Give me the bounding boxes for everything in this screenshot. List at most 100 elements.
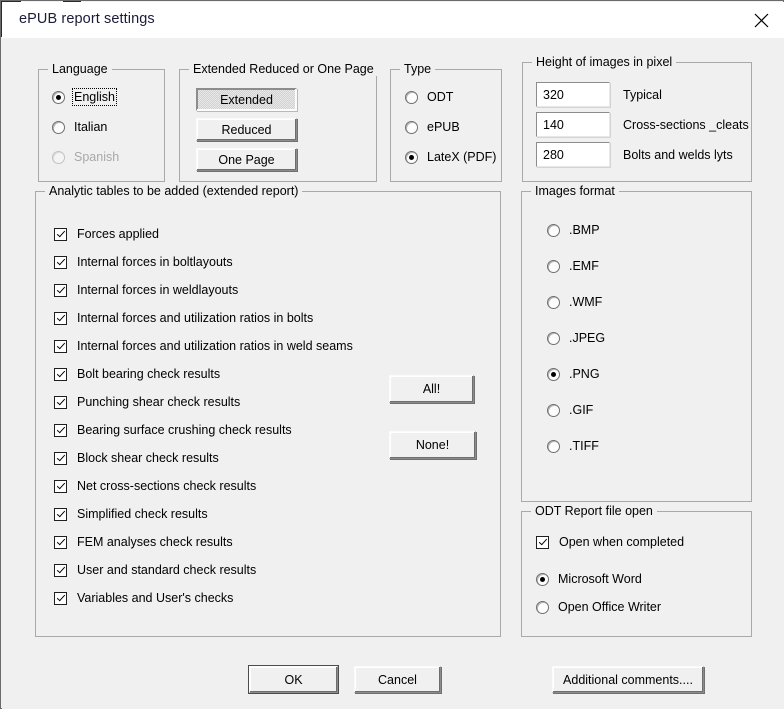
checkbox-indicator [54,311,67,325]
radio-viewer-open-office-writer[interactable]: Open Office Writer [536,600,661,614]
checkbox-label: Variables and User's checks [77,591,234,605]
radio-indicator [547,403,560,417]
radio-indicator [547,295,560,309]
checkbox-label: Internal forces and utilization ratios i… [77,339,353,353]
checkbox-block-shear-check-results[interactable]: Block shear check results [54,451,219,465]
checkbox-simplified-check-results[interactable]: Simplified check results [54,507,208,521]
radio-indicator [547,367,560,381]
checkbox-label: Open when completed [559,535,685,549]
radio-label: Italian [74,120,108,134]
image-height-group: Height of images in pixel 320 Typical 14… [522,55,752,182]
radio-indicator [547,223,560,237]
cross-sections-height-input[interactable]: 140 [536,112,610,137]
bolts-welds-height-label: Bolts and welds lyts [623,148,733,162]
radio-indicator [547,331,560,345]
checkbox-indicator [54,283,67,297]
checkbox-label: Punching shear check results [77,395,241,409]
bolts-welds-height-input[interactable]: 280 [536,142,610,167]
checkbox-indicator [54,395,67,409]
select-none-button[interactable]: None! [389,431,476,459]
radio-language-spanish: Spanish [52,150,119,164]
checkbox-label: Block shear check results [77,451,219,465]
radio-label: ODT [427,90,454,104]
radio-type-epub[interactable]: ePUB [405,120,460,134]
radio-label: .BMP [569,223,600,237]
radio-type-latex-pdf[interactable]: LateX (PDF) [405,150,496,164]
checkbox-forces-applied[interactable]: Forces applied [54,227,159,241]
checkbox-internal-forces-ratios-weld-seams[interactable]: Internal forces and utilization ratios i… [54,339,353,353]
checkbox-label: Forces applied [77,227,159,241]
radio-label: English [72,88,117,106]
checkbox-indicator [54,423,67,437]
dialog-window: ePUB report settings Language English It… [0,0,784,709]
ok-button[interactable]: OK [249,666,338,693]
checkbox-variables-and-users-checks[interactable]: Variables and User's checks [54,591,233,605]
checkbox-internal-forces-weldlayouts[interactable]: Internal forces in weldlayouts [54,283,238,297]
select-all-button[interactable]: All! [389,375,474,403]
close-button[interactable] [738,2,784,38]
checkbox-internal-forces-ratios-bolts[interactable]: Internal forces and utilization ratios i… [54,311,313,325]
radio-label: .WMF [569,295,603,309]
odt-report-open-group-legend: ODT Report file open [531,504,657,518]
report-extent-group: Extended Reduced or One Page Extended Re… [179,62,378,182]
radio-viewer-microsoft-word[interactable]: Microsoft Word [536,572,642,586]
checkbox-indicator [54,339,67,353]
checkbox-fem-analyses-check-results[interactable]: FEM analyses check results [54,535,233,549]
checkbox-indicator [54,479,67,493]
radio-format-jpeg[interactable]: .JPEG [547,331,605,345]
type-group-legend: Type [400,62,436,76]
images-format-group: Images format .BMP .EMF .WMF .JPEG .PNG [521,184,752,502]
radio-indicator [405,90,418,104]
checkbox-bolt-bearing-check-results[interactable]: Bolt bearing check results [54,367,220,381]
language-group-legend: Language [48,62,112,76]
checkbox-label: User and standard check results [77,563,257,577]
radio-label: Open Office Writer [558,600,662,614]
checkbox-net-cross-sections-check-results[interactable]: Net cross-sections check results [54,479,256,493]
analytic-tables-group-legend: Analytic tables to be added (extended re… [45,184,303,198]
radio-indicator [547,439,560,453]
typical-height-input[interactable]: 320 [536,82,610,107]
radio-label: ePUB [427,120,460,134]
images-format-group-legend: Images format [531,184,619,198]
checkbox-indicator [54,563,67,577]
additional-comments-button[interactable]: Additional comments.... [552,666,704,693]
radio-format-gif[interactable]: .GIF [547,403,593,417]
checkbox-label: Bearing surface crushing check results [77,423,292,437]
radio-type-odt[interactable]: ODT [405,90,453,104]
odt-report-open-group: ODT Report file open Open when completed… [521,504,752,637]
checkbox-label: Simplified check results [77,507,208,521]
radio-format-emf[interactable]: .EMF [547,259,599,273]
checkbox-label: FEM analyses check results [77,535,233,549]
radio-format-png[interactable]: .PNG [547,367,600,381]
checkbox-indicator [54,535,67,549]
radio-indicator [52,150,65,164]
checkbox-indicator [54,255,67,269]
report-extent-group-legend: Extended Reduced or One Page [189,62,378,76]
radio-indicator [536,600,549,614]
checkbox-punching-shear-check-results[interactable]: Punching shear check results [54,395,240,409]
radio-label: Spanish [74,150,120,164]
radio-label: .GIF [569,403,594,417]
radio-language-english[interactable]: English [52,88,117,106]
language-group: Language English Italian Spanish [38,62,165,182]
analytic-tables-group: Analytic tables to be added (extended re… [35,184,501,637]
checkbox-bearing-surface-crushing-check-results[interactable]: Bearing surface crushing check results [54,423,292,437]
checkbox-indicator [54,367,67,381]
cancel-button[interactable]: Cancel [354,666,441,693]
checkbox-label: Internal forces and utilization ratios i… [77,311,314,325]
radio-format-wmf[interactable]: .WMF [547,295,602,309]
checkbox-label: Bolt bearing check results [77,367,221,381]
reduced-button[interactable]: Reduced [196,118,297,141]
radio-format-tiff[interactable]: .TIFF [547,439,599,453]
radio-format-bmp[interactable]: .BMP [547,223,600,237]
radio-language-italian[interactable]: Italian [52,120,107,134]
one-page-button[interactable]: One Page [196,148,297,171]
radio-label: .JPEG [569,331,606,345]
checkbox-internal-forces-boltlayouts[interactable]: Internal forces in boltlayouts [54,255,233,269]
extended-button[interactable]: Extended [196,88,297,111]
checkbox-indicator [536,535,549,549]
checkbox-open-when-completed[interactable]: Open when completed [536,535,684,549]
title-bar: ePUB report settings [2,2,784,38]
radio-label: Microsoft Word [558,572,642,586]
checkbox-user-and-standard-check-results[interactable]: User and standard check results [54,563,256,577]
